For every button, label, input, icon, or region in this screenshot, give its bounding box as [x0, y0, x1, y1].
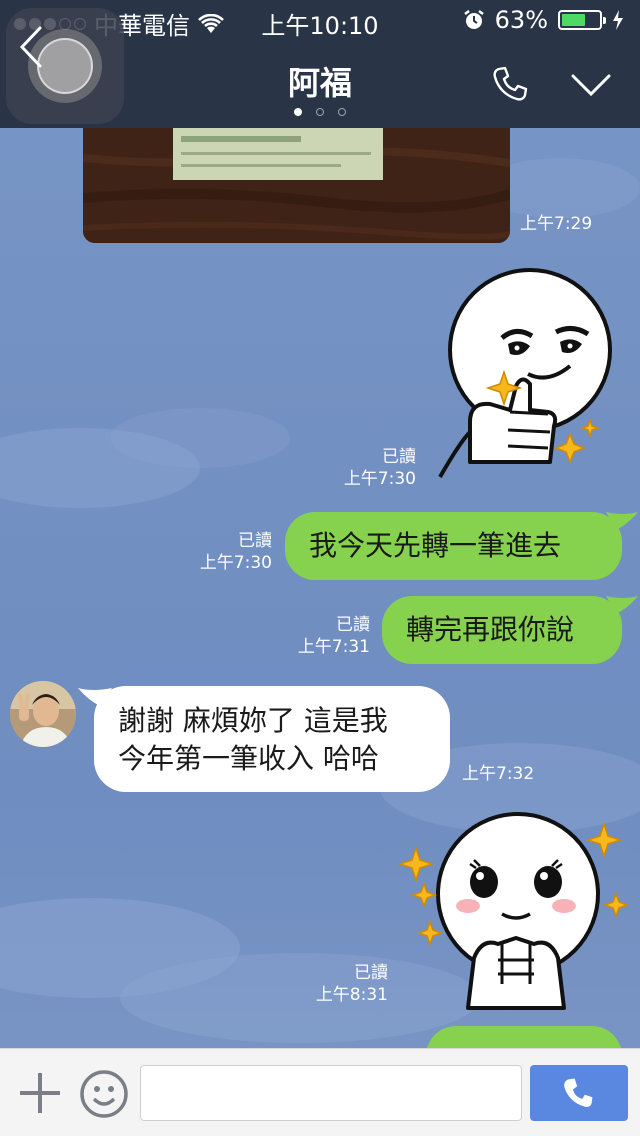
plus-icon[interactable]: [18, 1071, 62, 1115]
alarm-clock-icon: [463, 10, 484, 29]
avatar-photo: [10, 681, 76, 747]
sticker2-timestamp: 上午8:31: [315, 985, 388, 1005]
msg1-bubble[interactable]: 我今天先轉一筆進去: [285, 512, 622, 580]
incoming-bubble[interactable]: 謝謝 麻煩妳了 這是我 今年第一筆收入 哈哈: [94, 686, 450, 792]
sticker1-read-label: 已讀: [382, 447, 416, 467]
sticker2-read-label: 已讀: [354, 963, 388, 983]
msg1-text: 我今天先轉一筆進去: [309, 529, 562, 562]
msg2-text: 轉完再跟你說: [406, 613, 575, 646]
msg1-bubble-tail: [606, 512, 638, 530]
charging-bolt-icon: [613, 10, 623, 30]
photo-timestamp: 上午7:29: [520, 214, 593, 234]
msg1-read-label: 已讀: [238, 531, 272, 551]
pleading-sticker[interactable]: [398, 808, 634, 1010]
phone-icon: [564, 1078, 593, 1107]
contact-avatar[interactable]: [10, 681, 76, 747]
msg2-bubble-tail: [606, 596, 638, 614]
incoming-text-line2: 今年第一筆收入 哈哈: [118, 742, 379, 775]
message-input[interactable]: [140, 1065, 522, 1121]
emoji-icon[interactable]: [79, 1069, 129, 1119]
msg2-bubble[interactable]: 轉完再跟你說: [382, 596, 622, 664]
incoming-text-line1: 謝謝 麻煩妳了 這是我: [118, 704, 388, 737]
battery-percent: 63%: [494, 6, 548, 34]
photo-image: [83, 128, 510, 243]
battery-icon: [558, 10, 606, 30]
msg2-read-label: 已讀: [336, 615, 370, 635]
message-input-bar: [0, 1048, 640, 1136]
thumbs-up-sticker[interactable]: [430, 262, 630, 492]
back-chevron-icon[interactable]: [16, 24, 46, 70]
phone-call-icon[interactable]: [490, 64, 530, 104]
sticker1-timestamp: 上午7:30: [343, 469, 416, 489]
chevron-down-icon[interactable]: [570, 70, 612, 100]
photo-message[interactable]: [83, 128, 510, 243]
call-button[interactable]: [530, 1065, 628, 1121]
msg2-timestamp: 上午7:31: [297, 637, 370, 657]
incoming-timestamp: 上午7:32: [462, 764, 535, 784]
msg1-timestamp: 上午7:30: [199, 553, 272, 573]
